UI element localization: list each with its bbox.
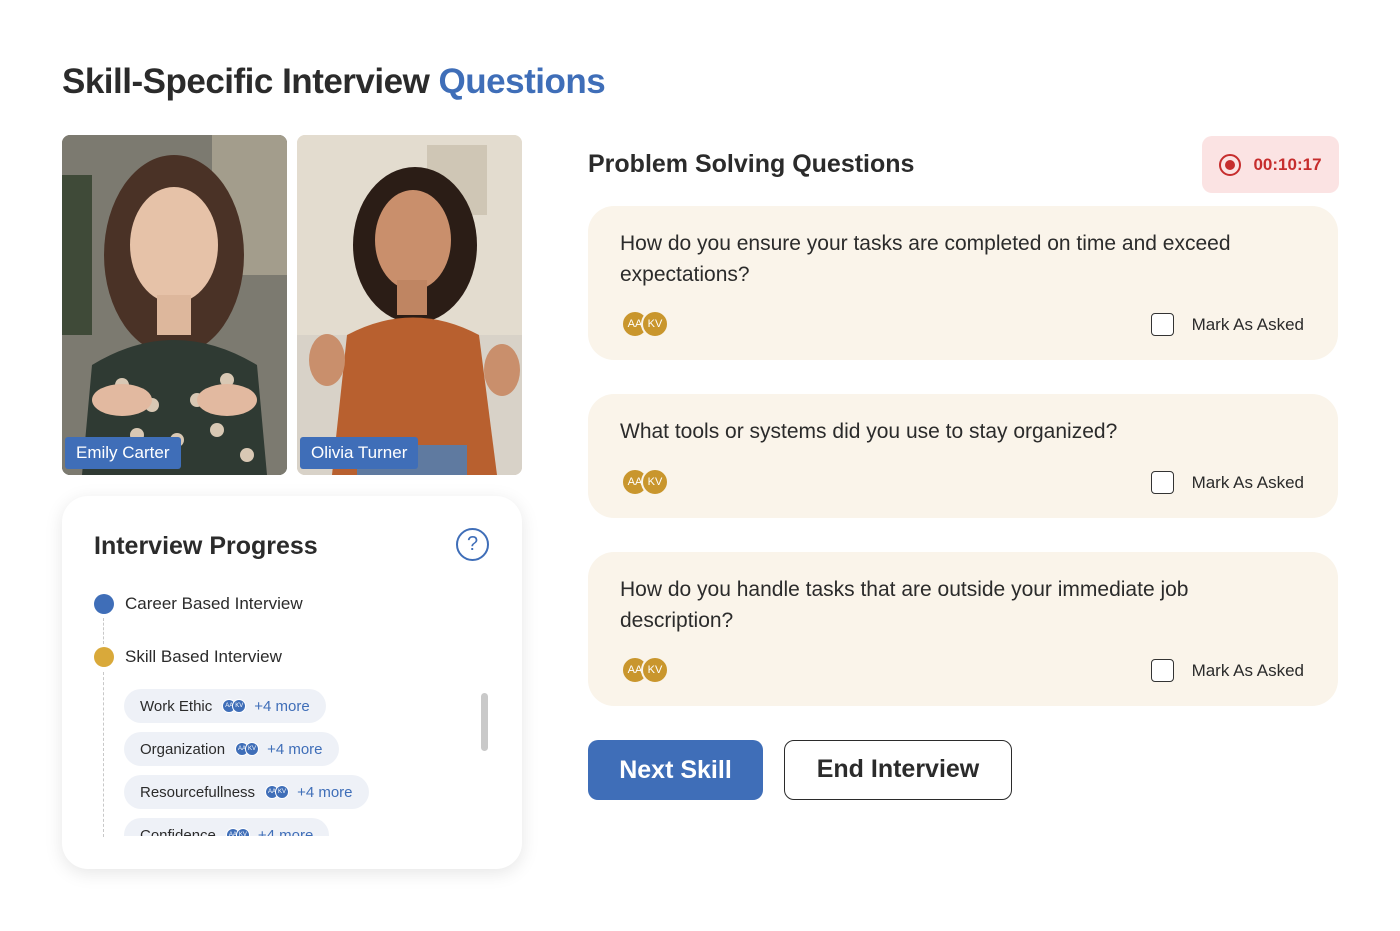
section-title: Problem Solving Questions (588, 150, 915, 178)
page-title: Skill-Specific Interview Questions (62, 62, 606, 102)
step-career-based[interactable]: Career Based Interview (94, 594, 303, 614)
progress-title: Interview Progress (94, 532, 318, 560)
question-card: How do you handle tasks that are outside… (588, 552, 1338, 706)
mark-as-asked-checkbox[interactable] (1150, 659, 1174, 682)
mark-as-asked-checkbox[interactable] (1150, 471, 1174, 494)
mini-avatar: KV (245, 742, 260, 756)
mini-avatar-group: AA KV (225, 828, 250, 836)
mark-as-asked[interactable]: Mark As Asked (1150, 659, 1304, 682)
video-tile-emily[interactable]: Emily Carter (62, 135, 287, 475)
question-text: How do you ensure your tasks are complet… (620, 232, 1231, 286)
mini-avatar: KV (275, 785, 290, 799)
page-title-main: Skill-Specific Interview (62, 62, 430, 101)
participant-name-tag: Olivia Turner (300, 437, 419, 469)
video-tile-olivia[interactable]: Olivia Turner (297, 135, 522, 475)
mini-avatar: KV (235, 828, 250, 836)
scrollbar-thumb[interactable] (481, 693, 488, 751)
step-connector (103, 672, 104, 837)
timer-value: 00:10:17 (1253, 154, 1322, 174)
skill-label: Work Ethic (140, 697, 213, 715)
page-title-accent: Questions (438, 62, 606, 101)
skill-chip-organization[interactable]: Organization AA KV +4 more (124, 732, 339, 766)
participant-name-tag: Emily Carter (65, 437, 181, 469)
mini-avatar-group: AA KV (222, 699, 247, 713)
interview-progress-card: Interview Progress ? Career Based Interv… (62, 496, 522, 869)
mark-as-asked-label: Mark As Asked (1191, 660, 1304, 680)
next-skill-button[interactable]: Next Skill (588, 740, 763, 800)
skill-list[interactable]: Work Ethic AA KV +4 more Organization AA K… (124, 686, 494, 836)
question-text: How do you handle tasks that are outside… (620, 578, 1189, 632)
asker-avatar-group: AA KV (621, 310, 669, 338)
mark-as-asked-label: Mark As Asked (1191, 314, 1304, 334)
step-label: Skill Based Interview (125, 647, 282, 666)
mark-as-asked[interactable]: Mark As Asked (1150, 471, 1304, 494)
more-link[interactable]: +4 more (267, 741, 322, 758)
asker-avatar-group: AA KV (621, 468, 669, 496)
mini-avatar: KV (232, 699, 247, 713)
avatar: KV (641, 310, 669, 338)
help-icon[interactable]: ? (456, 528, 489, 561)
step-label: Career Based Interview (125, 594, 303, 613)
more-link[interactable]: +4 more (254, 698, 309, 715)
question-card: How do you ensure your tasks are complet… (588, 206, 1338, 360)
step-status-dot-complete (94, 594, 114, 614)
skill-chip-resourcefullness[interactable]: Resourcefullness AA KV +4 more (124, 775, 369, 809)
skill-label: Organization (140, 740, 226, 758)
question-text: What tools or systems did you use to sta… (620, 420, 1118, 443)
asker-avatar-group: AA KV (621, 656, 669, 684)
avatar: KV (641, 656, 669, 684)
participant-video-olivia (297, 135, 522, 475)
more-link[interactable]: +4 more (258, 827, 313, 837)
record-icon (1219, 153, 1242, 176)
mark-as-asked-checkbox[interactable] (1150, 313, 1174, 336)
end-interview-button[interactable]: End Interview (784, 740, 1012, 800)
skill-chip-work-ethic[interactable]: Work Ethic AA KV +4 more (124, 689, 326, 723)
question-card: What tools or systems did you use to sta… (588, 394, 1338, 518)
step-connector (103, 618, 104, 644)
recording-timer: 00:10:17 (1202, 136, 1339, 193)
mini-avatar-group: AA KV (265, 785, 290, 799)
participant-video-emily (62, 135, 287, 475)
mark-as-asked[interactable]: Mark As Asked (1150, 313, 1304, 336)
mini-avatar-group: AA KV (235, 742, 260, 756)
mark-as-asked-label: Mark As Asked (1191, 472, 1304, 492)
step-status-dot-current (94, 647, 114, 667)
skill-label: Resourcefullness (140, 783, 256, 801)
step-skill-based[interactable]: Skill Based Interview (94, 647, 282, 667)
avatar: KV (641, 468, 669, 496)
more-link[interactable]: +4 more (297, 784, 352, 801)
skill-chip-confidence[interactable]: Confidence AA KV +4 more (124, 818, 330, 837)
skill-label: Confidence (140, 826, 216, 837)
